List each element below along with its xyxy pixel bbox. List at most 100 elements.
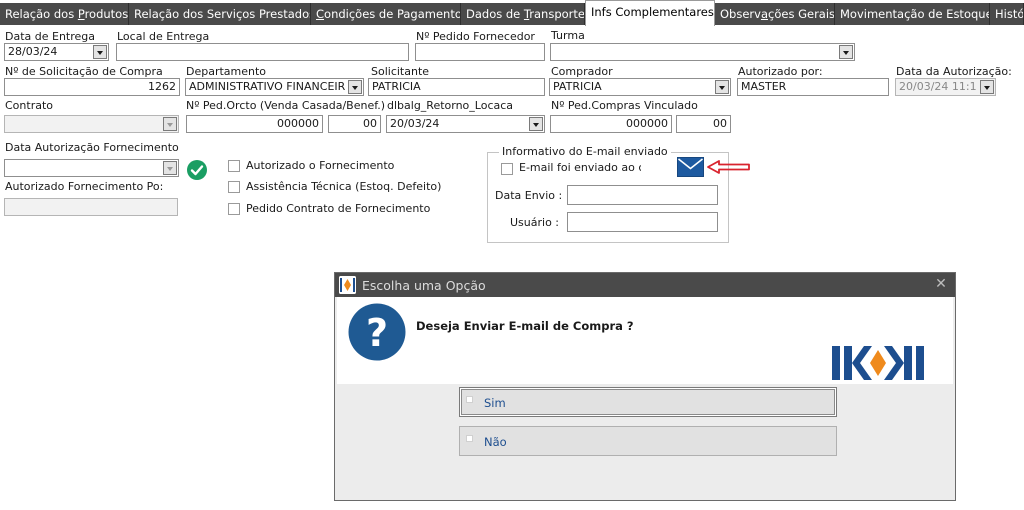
departamento-select[interactable]: ADMINISTRATIVO FINANCEIRO [185,78,364,96]
tab-label-accel: P [77,7,85,21]
tab-label: Histó [995,7,1024,21]
data-autorizacao-label: Data da Autorização: [896,65,1012,78]
ikki-brand-logo [832,346,924,380]
retorno-locacao-value: 20/03/24 [390,117,440,130]
pedido-contrato-label: Pedido Contrato de Fornecimento [246,202,431,215]
autorizado-fornecimento-po-input[interactable] [4,198,178,216]
close-icon[interactable]: ✕ [933,276,949,292]
turma-label: Turma [551,29,585,42]
data-entrega-field[interactable]: 28/03/24 [4,43,109,61]
data-autorizacao-fornecimento-label: Data Autorização Fornecimento [5,141,179,154]
solicitacao-compra-label: Nº de Solicitação de Compra [5,65,163,78]
comprador-label: Comprador [551,65,613,78]
tab-label: Relação dos [5,7,78,21]
pedido-contrato-checkbox[interactable] [228,203,240,215]
chevron-down-icon[interactable] [529,117,543,131]
option-nao-label: Não [484,435,507,449]
tab-bar: Relação dos Produtos Relação dos Serviço… [0,0,1024,26]
ped-compras-vinculado-suffix-input[interactable]: 00 [676,115,731,133]
tab-condicoes-pagamento[interactable]: Condições de Pagamento [311,3,461,25]
tab-relacao-produtos[interactable]: Relação dos Produtos [0,3,129,25]
email-enviado-checkbox[interactable] [501,163,513,175]
tab-historico[interactable]: Histó [990,3,1024,25]
checkmark-circle-icon[interactable] [186,159,208,181]
chevron-down-icon[interactable] [839,45,853,59]
assistencia-tecnica-checkbox[interactable] [228,181,240,193]
mail-icon[interactable] [677,157,704,177]
tab-label: ondições de Pagamento [324,7,461,21]
tab-label: Movimentação de Estoque [840,7,990,21]
autorizado-fornecimento-po-label: Autorizado Fornecimento Po: [5,180,164,193]
autorizado-por-label: Autorizado por: [738,65,823,78]
chevron-down-icon[interactable] [348,80,362,94]
svg-text:?: ? [366,311,388,355]
ped-orcto-label: Nº Ped.Orcto (Venda Casada/Benef.) [186,99,386,112]
chevron-down-icon[interactable] [93,45,107,59]
email-info-legend: Informativo do E-mail enviado [499,145,671,158]
departamento-value: ADMINISTRATIVO FINANCEIRO [189,80,345,93]
local-entrega-label: Local de Entrega [117,30,210,43]
comprador-select[interactable]: PATRICIA [549,78,731,96]
autorizado-fornecimento-checkbox[interactable] [228,160,240,172]
ped-compras-vinculado-value: 000000 [626,117,668,130]
app-logo-icon [339,276,356,294]
retorno-locacao-field[interactable]: 20/03/24 [386,115,545,133]
dialog-message: Deseja Enviar E-mail de Compra ? [416,319,634,333]
tab-label: ções Gerais [768,7,835,21]
tab-movimentacao-estoque[interactable]: Movimentação de Estoque [835,3,990,25]
tab-dados-transporte[interactable]: Dados de Transporte [461,3,585,25]
solicitante-input[interactable]: PATRICIA [368,78,545,96]
tab-label: Dados de [466,7,524,21]
tab-observacoes-gerais[interactable]: Observações Gerais [715,3,835,25]
red-arrow-icon [707,160,750,174]
chevron-down-icon[interactable] [715,80,729,94]
ped-orcto-suffix-value: 00 [363,117,377,130]
tab-infs-complementares[interactable]: Infs Complementares [585,0,715,26]
chevron-down-icon[interactable] [163,161,177,175]
turma-select[interactable] [550,43,855,61]
contrato-label: Contrato [5,99,54,112]
tab-label: Observ [720,7,761,21]
ped-orcto-input[interactable]: 000000 [186,115,323,133]
usuario-label: Usuário : [510,216,560,229]
retorno-locacao-label: dlbalg_Retorno_Locaca [387,99,514,112]
ped-compras-vinculado-input[interactable]: 000000 [550,115,672,133]
solicitacao-compra-value: 1262 [148,80,176,93]
data-envio-input[interactable] [567,185,718,205]
autorizado-fornecimento-label: Autorizado o Fornecimento [246,159,395,172]
chevron-down-icon[interactable] [163,117,177,131]
option-sim-button[interactable]: Sim [459,387,837,417]
dialog-title-bar[interactable]: Escolha uma Opção ✕ [335,273,955,297]
ped-orcto-value: 000000 [277,117,319,130]
ped-compras-vinculado-suffix-value: 00 [713,117,727,130]
tab-label: Infs Complementares [591,5,714,19]
chevron-down-icon[interactable] [980,80,994,94]
data-autorizacao-field[interactable]: 20/03/24 11:14 [895,78,996,96]
autorizado-por-input[interactable]: MASTER [737,78,889,96]
ped-compras-vinculado-label: Nº Ped.Compras Vinculado [551,99,698,112]
solicitante-value: PATRICIA [372,80,421,93]
local-entrega-input[interactable] [116,43,409,61]
tab-label: rodutos [84,7,129,21]
usuario-input[interactable] [567,212,718,232]
pedido-fornecedor-input[interactable] [415,43,545,61]
comprador-value: PATRICIA [553,80,602,93]
contrato-select[interactable] [4,115,179,133]
ped-orcto-suffix-input[interactable]: 00 [328,115,381,133]
option-sim-label: Sim [484,396,506,410]
tab-label-accel: a [760,7,769,21]
tab-label: ransporte [529,7,585,21]
solicitante-label: Solicitante [371,65,430,78]
pedido-fornecedor-label: Nº Pedido Fornecedor [416,30,535,43]
option-nao-button[interactable]: Não [459,426,837,456]
dialog-title: Escolha uma Opção [362,278,486,293]
data-entrega-label: Data de Entrega [5,30,96,43]
data-autorizacao-value: 20/03/24 11:14 [899,80,977,93]
choice-dialog: Escolha uma Opção ✕ ? Deseja Enviar E-ma… [334,272,956,501]
solicitacao-compra-input[interactable]: 1262 [4,78,180,96]
data-envio-label: Data Envio : [495,189,563,202]
option-marker-icon [466,396,473,403]
data-autorizacao-fornecimento-field[interactable] [4,159,179,177]
tab-servicos-prestados[interactable]: Relação dos Serviços Prestados [129,3,311,25]
option-marker-icon [466,435,473,442]
